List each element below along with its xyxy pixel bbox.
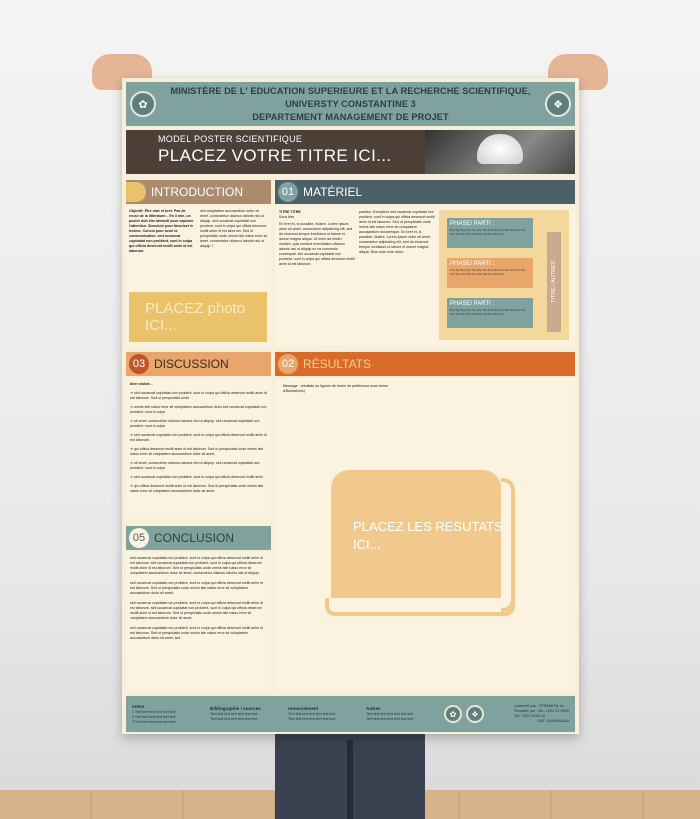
vertical-title: TITRE / AUTRES: [547, 232, 561, 332]
discussion-item: ➜ sit amet, consectetur ullamco laboris …: [130, 419, 260, 428]
resultats-panel: Message : résultats ou figures de forme …: [275, 378, 575, 690]
university-logo-icon: ✿: [130, 91, 156, 117]
conclusion-para: sint occaecat cupidatat non proident, su…: [130, 601, 263, 620]
right-logo-wrap: ❖: [541, 91, 575, 117]
intro-heading: INTRODUCTION: [151, 185, 243, 199]
phase-lines: Text Text Text Text Text Text Text Text …: [450, 269, 526, 276]
footer-date: DAT. 11/MM/AAAA: [537, 719, 569, 723]
materiel-panel: TITRE TITRE Sous titre En bref et, si po…: [275, 206, 575, 346]
discussion-item-text: qui officia deserunt mollit anim id est …: [130, 447, 264, 456]
poster-header: ✿ MINISTÈRE DE L' EDUCATION SUPERIEURE E…: [126, 82, 575, 126]
phase-item: PHASE/ PARTI : Text Text Text Text Text …: [447, 258, 533, 288]
book-pages: [325, 598, 515, 616]
materiel-number: 01: [278, 182, 298, 202]
footer-biblio-label: Bibliographie / sources: [210, 706, 261, 711]
materiel-col1: En bref et, si possible, illustré. Lorem…: [279, 222, 355, 266]
phase-lines: Text Text Text Text Text Text Text Text …: [450, 229, 526, 236]
footer-remerciement: remerciement Text text text text text te…: [288, 706, 356, 722]
discussion-lead: bien visible...: [130, 382, 153, 386]
footer-biblio: Bibliographie / sources Text text text t…: [210, 706, 278, 722]
resultats-placeholder: PLACEZ LES RESUTATS ICI...: [353, 518, 503, 554]
header-text: MINISTÈRE DE L' EDUCATION SUPERIEURE ET …: [160, 85, 541, 124]
resultats-number: 02: [278, 354, 298, 374]
phase-label: PHASE/ PARTI :: [450, 221, 495, 227]
footer-biblio-text: Text text text text text text text Text …: [210, 712, 258, 721]
header-line2: DEPARTEMENT MANAGEMENT DE PROJET: [252, 111, 449, 122]
conclusion-para: sint occaecat cupidatat non proident, su…: [130, 626, 263, 640]
discussion-item: ➜ sint occaecat cupidatat non proident, …: [130, 391, 267, 400]
footer-remerciement-text: Text text text text text text text Text …: [288, 712, 336, 721]
resultats-message: Message : résultats ou figures de forme …: [283, 384, 389, 393]
footer-logo-icon: ✿: [444, 705, 462, 723]
intro-photo-placeholder-text: PLACEZ photo ICI...: [145, 300, 246, 334]
discussion-item: ➜ qui officia deserunt mollit anim id es…: [130, 447, 264, 456]
phase-lines: Text Text Text Text Text Text Text Text …: [450, 309, 526, 316]
discussion-item-text: sint occaecat cupidatat non proident, su…: [134, 475, 264, 479]
discussion-item: ➜ sit amet, consectetur ullamco laboris …: [130, 461, 260, 470]
intro-col1: Objectif: Être clair et bref. Pas de reu…: [129, 209, 194, 253]
intro-panel: Objectif: Être clair et bref. Pas de reu…: [126, 206, 271, 346]
materiel-heading: MATÉRIEL: [303, 185, 363, 199]
person-legs: [275, 730, 425, 819]
poster: ✿ MINISTÈRE DE L' EDUCATION SUPERIEURE E…: [122, 78, 579, 734]
discussion-panel: bien visible... ➜ sint occaecat cupidata…: [126, 378, 271, 520]
discussion-item: ➜ qui officia deserunt mollit anim id es…: [130, 484, 264, 493]
phase-item: PHASE/ PARTI : Text Text Text Text Text …: [447, 218, 533, 248]
header-photo: [425, 130, 575, 174]
conclusion-panel: sint occaecat cupidatat non proident, su…: [126, 552, 271, 690]
title-kicker: MODEL POSTER SCIENTIFIQUE: [158, 134, 303, 144]
discussion-item: ➜ sint occaecat cupidatat non proident, …: [130, 433, 267, 442]
footer-remerciement-label: remerciement: [288, 706, 319, 711]
discussion-number: 03: [129, 354, 149, 374]
intro-photo-placeholder: PLACEZ photo ICI...: [129, 292, 267, 342]
discussion-item-text: omnis iste natus error sit voluptatem ac…: [130, 405, 267, 414]
discussion-item-text: sit amet, consectetur ullamco laboris ni…: [130, 419, 260, 428]
title-bar: MODEL POSTER SCIENTIFIQUE PLACEZ VOTRE T…: [126, 130, 425, 174]
discussion-item-text: sint occaecat cupidatat non proident, su…: [130, 391, 267, 400]
phase-box: PHASE/ PARTI : Text Text Text Text Text …: [439, 210, 569, 340]
discussion-item-text: qui officia deserunt mollit anim id est …: [130, 484, 264, 493]
discussion-item: ➜ sint occaecat cupidatat non proident, …: [130, 475, 264, 479]
conclusion-heading-bar: 05 CONCLUSION: [126, 526, 271, 550]
intro-col2: sint voluptatem accusantium dolor sit am…: [200, 209, 268, 248]
intro-heading-bar: INTRODUCTION: [126, 180, 271, 204]
footer-notes-label: notes: [132, 703, 145, 709]
conclusion-heading: CONCLUSION: [154, 531, 235, 545]
discussion-item-text: sit amet, consectetur ullamco laboris ni…: [130, 461, 260, 470]
poster-title: PLACEZ VOTRE TITRE ICI...: [158, 146, 392, 165]
resultats-heading: RÉSULTATS: [303, 357, 372, 371]
poster-footer: notes 1 Text text text text text text 2 …: [126, 696, 575, 732]
discussion-item: ➜ omnis iste natus error sit voluptatem …: [130, 405, 267, 414]
intro-marker-icon: [126, 182, 146, 202]
footer-autres-label: Autres: [366, 706, 381, 711]
department-logo-icon: ❖: [545, 91, 571, 117]
discussion-item-text: sint occaecat cupidatat non proident, su…: [130, 433, 267, 442]
discussion-heading-bar: 03 DISCUSSION: [126, 352, 271, 376]
phase-item: PHASE/ PARTI : Text Text Text Text Text …: [447, 298, 533, 328]
discussion-heading: DISCUSSION: [154, 357, 229, 371]
resultats-placeholder-line2: ICI...: [353, 537, 381, 552]
materiel-subtitle2: Sous titre: [279, 215, 295, 219]
header-line1: MINISTÈRE DE L' EDUCATION SUPERIEURE ET …: [170, 85, 531, 109]
footer-autres: Autres Text text text text text text tex…: [366, 706, 434, 722]
book-spine: [501, 478, 515, 612]
conclusion-para: sint occaecat cupidatat non proident, su…: [130, 581, 263, 595]
footer-logo-icon: ❖: [466, 705, 484, 723]
footer-notes-text: 1 Text text text text text text 2 Text t…: [132, 709, 176, 724]
phase-label: PHASE/ PARTI :: [450, 301, 495, 307]
resultats-placeholder-line1: PLACEZ LES RESUTATS: [353, 519, 503, 534]
conclusion-para: sint occaecat cupidatat non proident, su…: [130, 556, 263, 575]
materiel-heading-bar: 01 MATÉRIEL: [275, 180, 575, 204]
footer-autres-text: Text text text text text text text Text …: [366, 712, 414, 721]
resultats-heading-bar: 02 RÉSULTATS: [275, 352, 575, 376]
footer-logos: ✿ ❖: [444, 705, 484, 723]
phase-label: PHASE/ PARTI :: [450, 261, 495, 267]
footer-notes: notes 1 Text text text text text text 2 …: [132, 704, 200, 725]
hard-hat-icon: [477, 134, 523, 164]
conclusion-number: 05: [129, 528, 149, 548]
materiel-col2: pariatur. Excepteur sint occaecat cupida…: [359, 210, 435, 254]
footer-credits: présenté par : FERMIA Ry lm Encadré par …: [515, 704, 569, 724]
left-logo-wrap: ✿: [126, 91, 160, 117]
